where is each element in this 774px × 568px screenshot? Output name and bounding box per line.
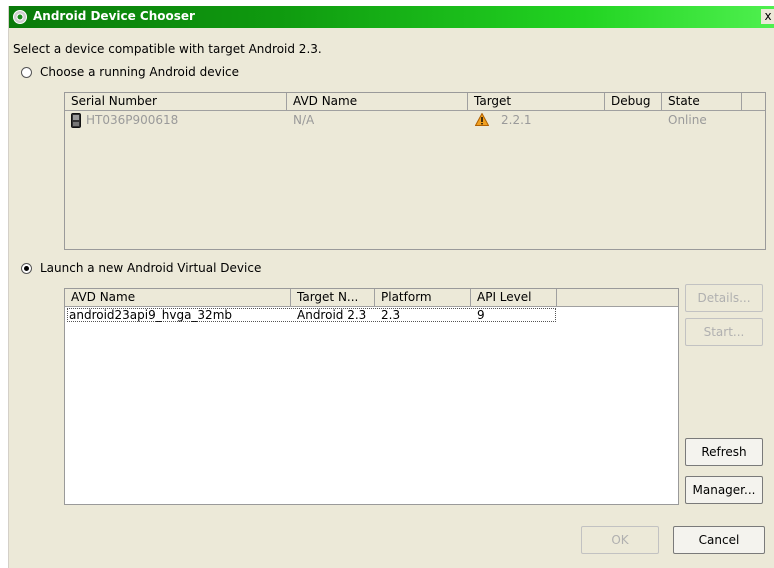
cell-state: Online: [668, 113, 707, 127]
radio-choose-running[interactable]: [21, 67, 32, 78]
window-title: Android Device Chooser: [33, 9, 195, 23]
avd-list[interactable]: android23api9_hvga_32mb Android 2.3 2.3 …: [65, 307, 678, 504]
warning-icon: [474, 112, 490, 126]
avd-table-header: AVD Name Target N... Platform API Level: [65, 289, 678, 307]
start-button[interactable]: Start...: [685, 318, 763, 346]
phone-icon: [71, 113, 81, 128]
column-target[interactable]: Target: [468, 93, 605, 110]
column-avd-name[interactable]: AVD Name: [287, 93, 468, 110]
cell-target: 2.2.1: [501, 113, 532, 127]
table-row[interactable]: android23api9_hvga_32mb Android 2.3 2.3 …: [65, 307, 678, 323]
running-table-header: Serial Number AVD Name Target Debug Stat…: [65, 93, 765, 111]
cell-api-level: 9: [477, 308, 485, 322]
column-state[interactable]: State: [662, 93, 742, 110]
ok-button[interactable]: OK: [581, 526, 659, 554]
cell-target-name: Android 2.3: [297, 308, 367, 322]
column-debug[interactable]: Debug: [605, 93, 662, 110]
column-avd-name[interactable]: AVD Name: [65, 289, 291, 306]
column-api-level[interactable]: API Level: [471, 289, 557, 306]
cancel-button[interactable]: Cancel: [673, 526, 765, 554]
cell-avd-name: N/A: [293, 113, 315, 127]
close-button[interactable]: x: [761, 9, 774, 24]
cell-avd-name: android23api9_hvga_32mb: [69, 308, 233, 322]
column-serial-number[interactable]: Serial Number: [65, 93, 287, 110]
radio-launch-avd-label: Launch a new Android Virtual Device: [40, 261, 262, 275]
details-button[interactable]: Details...: [685, 284, 763, 312]
android-device-chooser-dialog: Android Device Chooser x Select a device…: [8, 6, 774, 568]
radio-choose-running-label: Choose a running Android device: [40, 65, 240, 79]
title-bar[interactable]: Android Device Chooser x: [9, 6, 774, 28]
cell-platform: 2.3: [381, 308, 401, 322]
prompt-text: Select a device compatible with target A…: [13, 42, 322, 56]
column-target-name[interactable]: Target N...: [291, 289, 375, 306]
table-row[interactable]: HT036P900618 N/A 2.2.1 Online: [65, 111, 765, 129]
radio-launch-avd[interactable]: [21, 263, 32, 274]
column-platform[interactable]: Platform: [375, 289, 471, 306]
refresh-button[interactable]: Refresh: [685, 438, 763, 466]
manager-button[interactable]: Manager...: [685, 476, 763, 504]
cell-serial-number: HT036P900618: [86, 113, 179, 127]
running-devices-table: Serial Number AVD Name Target Debug Stat…: [64, 92, 766, 250]
avd-table: AVD Name Target N... Platform API Level …: [64, 288, 679, 505]
android-gear-icon: [12, 9, 28, 25]
